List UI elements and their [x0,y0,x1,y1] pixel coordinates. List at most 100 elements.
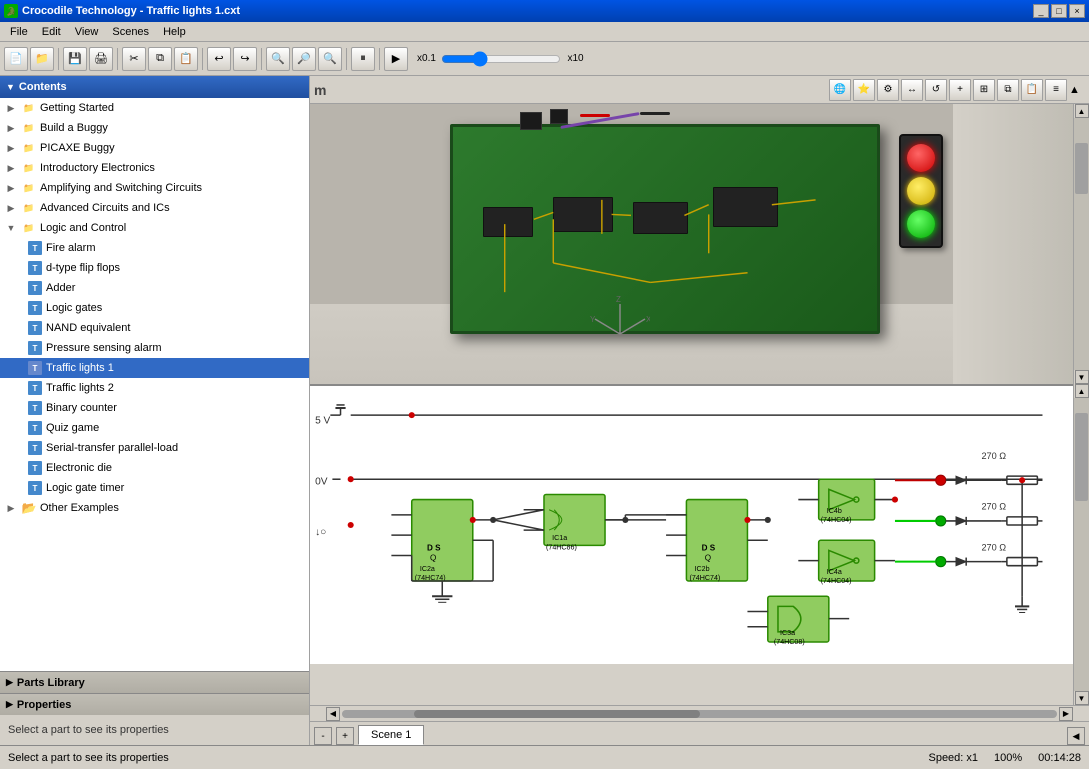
zoom-out-button[interactable]: 🔍 [318,47,342,71]
refresh-button[interactable]: ↺ [925,79,947,101]
tree-electronic-die[interactable]: T Electronic die [0,458,309,478]
tree-binary-counter[interactable]: T Binary counter [0,398,309,418]
time-status: 00:14:28 [1038,752,1081,764]
copy-button[interactable]: ⧉ [148,47,172,71]
scroll-down-btn[interactable]: ▼ [1075,370,1089,384]
v-scrollbar-3d[interactable]: ▲ ▼ [1073,104,1089,384]
scroll-track[interactable] [342,710,1057,718]
tree-traffic-lights-1[interactable]: T Traffic lights 1 [0,358,309,378]
doc-icon: T [28,341,42,355]
scene-tab-label: Scene 1 [371,729,411,741]
folder-yellow-icon: 📂 [22,501,36,515]
tree-label: Logic gate timer [46,482,124,494]
view-3d[interactable]: X Y Z [310,104,1073,384]
menu-view[interactable]: View [69,24,105,40]
tree-introductory[interactable]: ▶ 📁 Introductory Electronics [0,158,309,178]
tree-logic-gate-timer[interactable]: T Logic gate timer [0,478,309,498]
move-arrows-button[interactable]: ↔ [901,79,923,101]
scroll-track[interactable] [1074,398,1089,691]
add-scene-btn[interactable]: - [314,727,332,745]
tree-logic-gates[interactable]: T Logic gates [0,298,309,318]
scroll-track[interactable] [1074,118,1089,370]
doc-icon: T [28,361,42,375]
scene-tab-1[interactable]: Scene 1 [358,725,424,745]
scroll-down-btn[interactable]: ▼ [1075,691,1089,705]
tree-quiz-game[interactable]: T Quiz game [0,418,309,438]
tree-serial-transfer[interactable]: T Serial-transfer parallel-load [0,438,309,458]
separator-4 [261,48,262,70]
contents-expand-icon[interactable]: ▼ [6,82,15,92]
menu-bar: File Edit View Scenes Help [0,22,1089,42]
star-button[interactable]: ⭐ [853,79,875,101]
zoom-in-button[interactable]: 🔎 [292,47,316,71]
tree-picaxe-buggy[interactable]: ▶ 📁 PICAXE Buggy [0,138,309,158]
doc-icon: T [28,421,42,435]
tree-adder[interactable]: T Adder [0,278,309,298]
v-scrollbar-schematic[interactable]: ▲ ▼ [1073,384,1089,705]
scroll-up-btn[interactable]: ▲ [1075,384,1089,398]
tree-fire-alarm[interactable]: T Fire alarm [0,238,309,258]
paste-button[interactable]: 📋 [174,47,198,71]
tree-build-buggy[interactable]: ▶ 📁 Build a Buggy [0,118,309,138]
menu-scenes[interactable]: Scenes [106,24,155,40]
tree-getting-started[interactable]: ▶ 📁 Getting Started [0,98,309,118]
tree-traffic-lights-2[interactable]: T Traffic lights 2 [0,378,309,398]
tab-scroll-btn[interactable]: ◀ [1067,727,1085,745]
speed-slider[interactable] [441,51,561,67]
scroll-right-btn[interactable]: ▶ [1059,707,1073,721]
wire-red-1 [580,114,610,117]
tree-logic-control[interactable]: ▼ 📁 Logic and Control [0,218,309,238]
globe-button[interactable]: 🌐 [829,79,851,101]
contents-tree[interactable]: ▶ 📁 Getting Started ▶ 📁 Build a Buggy ▶ … [0,98,309,671]
schematic-area[interactable]: 5 V 0V ↓○ [310,384,1073,664]
minimize-button[interactable]: _ [1033,4,1049,18]
run-button[interactable]: ▶ [384,47,408,71]
grid-button[interactable]: ⊞ [973,79,995,101]
undo-button[interactable]: ↩ [207,47,231,71]
vscroll-arrow-up[interactable]: ▲ [1069,84,1085,96]
transform-button[interactable]: ⚙ [877,79,899,101]
tree-dtype-flip[interactable]: T d-type flip flops [0,258,309,278]
scroll-thumb [414,710,700,718]
maximize-button[interactable]: □ [1051,4,1067,18]
close-button[interactable]: × [1069,4,1085,18]
toolbar: 📄 📁 💾 🖨 ✂ ⧉ 📋 ↩ ↪ 🔍 🔎 🔍 ⏸ ▶ x0.1 x10 [0,42,1089,76]
menu-file[interactable]: File [4,24,34,40]
parts-expand-icon: ▶ [6,677,13,688]
scroll-up-btn[interactable]: ▲ [1075,104,1089,118]
menu-help[interactable]: Help [157,24,192,40]
window-controls[interactable]: _ □ × [1033,4,1085,18]
expand-icon: ▶ [4,501,18,515]
zoom-status: 100% [994,752,1022,764]
redo-button[interactable]: ↪ [233,47,257,71]
open-button[interactable]: 📁 [30,47,54,71]
cut-button[interactable]: ✂ [122,47,146,71]
remove-scene-btn[interactable]: + [336,727,354,745]
paste2-button[interactable]: 📋 [1021,79,1043,101]
svg-text:D S: D S [427,543,441,552]
properties-panel[interactable]: ▶ Properties [0,693,309,715]
red-light [907,144,935,172]
svg-text:(74HC08): (74HC08) [774,638,805,646]
more-button[interactable]: ≡ [1045,79,1067,101]
menu-edit[interactable]: Edit [36,24,67,40]
copy2-button[interactable]: ⧉ [997,79,1019,101]
new-button[interactable]: 📄 [4,47,28,71]
svg-text:270 Ω: 270 Ω [981,451,1006,461]
parts-library[interactable]: ▶ Parts Library [0,671,309,693]
pause-button[interactable]: ⏸ [351,47,375,71]
save-button[interactable]: 💾 [63,47,87,71]
tree-advanced[interactable]: ▶ 📁 Advanced Circuits and ICs [0,198,309,218]
tree-label: Logic and Control [40,222,126,234]
tree-nand-equiv[interactable]: T NAND equivalent [0,318,309,338]
views-container: X Y Z ▲ ▼ [310,104,1089,721]
tree-other-examples[interactable]: ▶ 📂 Other Examples [0,498,309,518]
search-button[interactable]: 🔍 [266,47,290,71]
print-button[interactable]: 🖨 [89,47,113,71]
h-scrollbar-schematic[interactable]: ◀ ▶ [310,705,1089,721]
scroll-left-btn[interactable]: ◀ [326,707,340,721]
scene-tabs: - + Scene 1 ◀ [310,721,1089,745]
add-button[interactable]: + [949,79,971,101]
tree-amplifying[interactable]: ▶ 📁 Amplifying and Switching Circuits [0,178,309,198]
tree-pressure-sensing[interactable]: T Pressure sensing alarm [0,338,309,358]
